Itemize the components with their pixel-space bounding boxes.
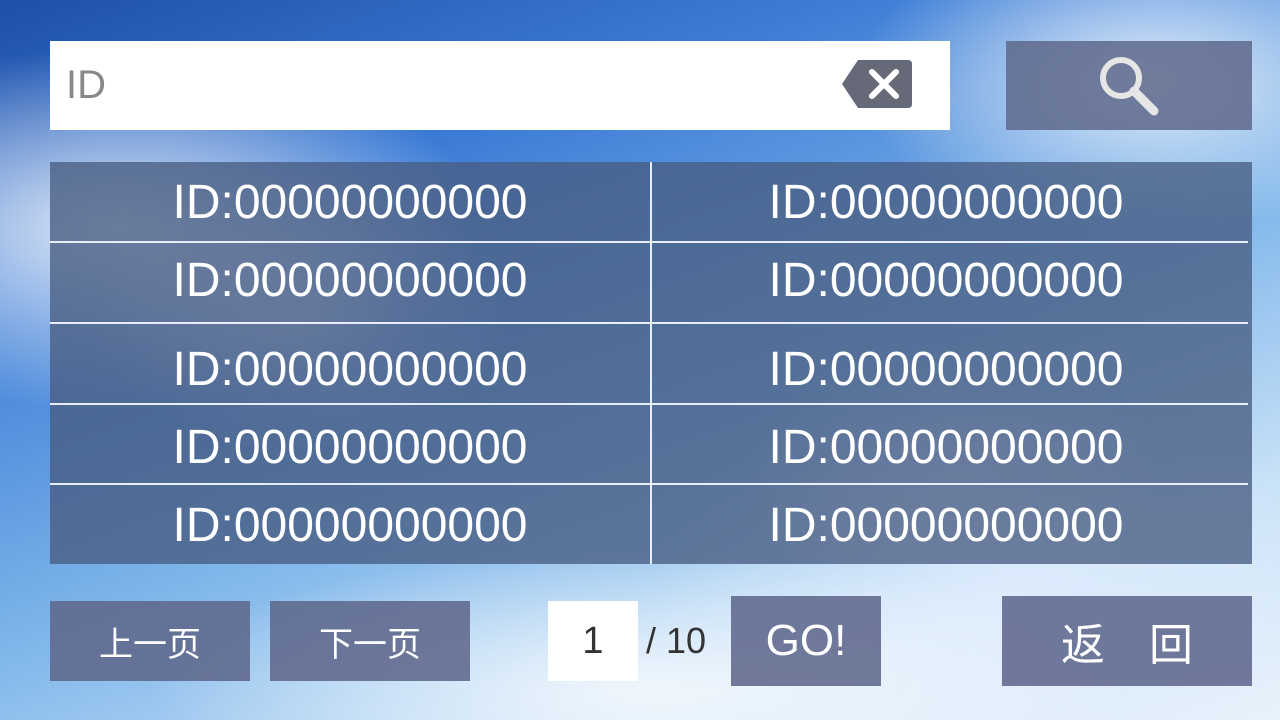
grid-divider-vertical xyxy=(650,162,652,564)
result-item[interactable]: ID:00000000000 xyxy=(50,163,650,241)
result-item[interactable]: ID:00000000000 xyxy=(696,330,1196,408)
result-item[interactable]: ID:00000000000 xyxy=(696,163,1196,241)
result-item[interactable]: ID:00000000000 xyxy=(50,241,650,319)
page-total: / 10 xyxy=(646,620,707,661)
page-number-input[interactable] xyxy=(548,601,638,681)
prev-page-button[interactable]: 上一页 xyxy=(50,601,250,681)
result-item[interactable]: ID:00000000000 xyxy=(50,408,650,486)
backspace-clear-icon xyxy=(842,60,912,108)
result-item[interactable]: ID:00000000000 xyxy=(696,408,1196,486)
search-button[interactable] xyxy=(1006,41,1252,130)
magnifier-icon xyxy=(1100,56,1159,115)
result-item[interactable]: ID:00000000000 xyxy=(50,486,650,564)
search-input[interactable] xyxy=(50,41,830,130)
search-box xyxy=(50,41,950,130)
results-grid: ID:00000000000 ID:00000000000 ID:0000000… xyxy=(50,162,1252,564)
back-button[interactable]: 返 回 xyxy=(1002,596,1252,686)
next-page-button[interactable]: 下一页 xyxy=(270,601,470,681)
clear-button[interactable] xyxy=(840,58,914,110)
grid-divider xyxy=(50,322,1248,324)
result-item[interactable]: ID:00000000000 xyxy=(696,241,1196,319)
result-item[interactable]: ID:00000000000 xyxy=(696,486,1196,564)
go-button[interactable]: GO! xyxy=(731,596,881,686)
result-item[interactable]: ID:00000000000 xyxy=(50,330,650,408)
